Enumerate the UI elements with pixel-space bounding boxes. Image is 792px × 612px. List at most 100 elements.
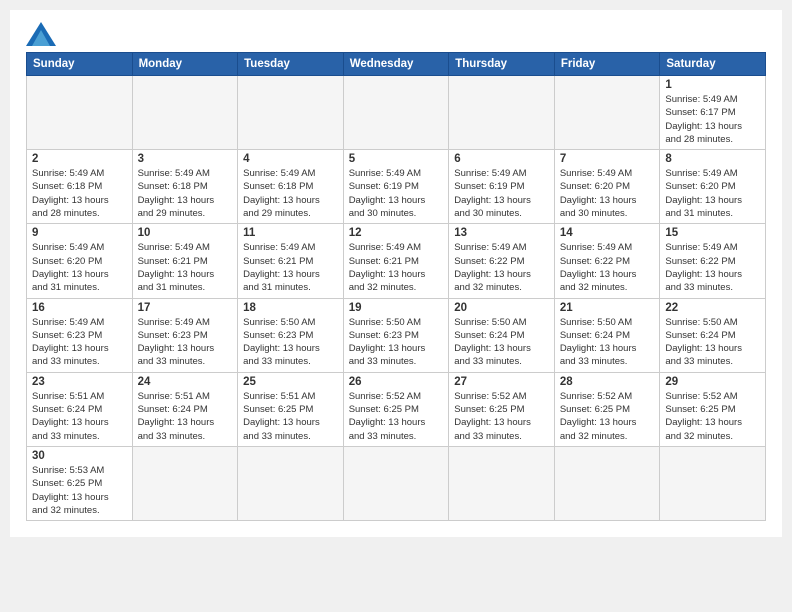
calendar-week-row: 23 Sunrise: 5:51 AMSunset: 6:24 PMDayligh… (27, 372, 766, 446)
day-info: Sunrise: 5:49 AMSunset: 6:20 PMDaylight:… (665, 167, 760, 220)
day-number: 11 (243, 227, 338, 239)
table-row: 10 Sunrise: 5:49 AMSunset: 6:21 PMDayligh… (132, 224, 238, 298)
day-number: 29 (665, 376, 760, 388)
day-info: Sunrise: 5:52 AMSunset: 6:25 PMDaylight:… (665, 390, 760, 443)
calendar-table: Sunday Monday Tuesday Wednesday Thursday… (26, 52, 766, 521)
table-row (238, 446, 344, 520)
table-row (554, 446, 660, 520)
table-row: 12Sunrise: 5:49 AMSunset: 6:21 PMDayligh… (343, 224, 449, 298)
table-row: 6 Sunrise: 5:49 AMSunset: 6:19 PMDaylight… (449, 150, 555, 224)
calendar-week-row: 30Sunrise: 5:53 AMSunset: 6:25 PMDayligh… (27, 446, 766, 520)
day-number: 3 (138, 153, 233, 165)
day-info: Sunrise: 5:52 AMSunset: 6:25 PMDaylight:… (560, 390, 655, 443)
table-row: 30Sunrise: 5:53 AMSunset: 6:25 PMDayligh… (27, 446, 133, 520)
col-friday: Friday (554, 53, 660, 76)
day-info: Sunrise: 5:49 AMSunset: 6:22 PMDaylight:… (560, 241, 655, 294)
day-info: Sunrise: 5:49 AMSunset: 6:21 PMDaylight:… (138, 241, 233, 294)
day-number: 10 (138, 227, 233, 239)
table-row: 1 Sunrise: 5:49 AMSunset: 6:17 PMDaylight… (660, 76, 766, 150)
day-info: Sunrise: 5:50 AMSunset: 6:24 PMDaylight:… (454, 316, 549, 369)
table-row: 11 Sunrise: 5:49 AMSunset: 6:21 PMDayligh… (238, 224, 344, 298)
calendar-week-row: 16Sunrise: 5:49 AMSunset: 6:23 PMDayligh… (27, 298, 766, 372)
table-row: 9 Sunrise: 5:49 AMSunset: 6:20 PMDaylight… (27, 224, 133, 298)
day-info: Sunrise: 5:49 AMSunset: 6:17 PMDaylight:… (665, 93, 760, 146)
calendar-header-row: Sunday Monday Tuesday Wednesday Thursday… (27, 53, 766, 76)
table-row (449, 446, 555, 520)
day-number: 17 (138, 302, 233, 314)
day-info: Sunrise: 5:49 AMSunset: 6:22 PMDaylight:… (665, 241, 760, 294)
table-row (27, 76, 133, 150)
table-row (449, 76, 555, 150)
table-row (132, 446, 238, 520)
day-info: Sunrise: 5:49 AMSunset: 6:19 PMDaylight:… (349, 167, 444, 220)
logo (26, 22, 60, 46)
day-info: Sunrise: 5:49 AMSunset: 6:18 PMDaylight:… (138, 167, 233, 220)
day-info: Sunrise: 5:49 AMSunset: 6:18 PMDaylight:… (32, 167, 127, 220)
col-sunday: Sunday (27, 53, 133, 76)
table-row (132, 76, 238, 150)
table-row (660, 446, 766, 520)
logo-icon (26, 22, 56, 46)
table-row: 20 Sunrise: 5:50 AMSunset: 6:24 PMDayligh… (449, 298, 555, 372)
day-number: 4 (243, 153, 338, 165)
day-number: 13 (454, 227, 549, 239)
day-number: 26 (349, 376, 444, 388)
col-wednesday: Wednesday (343, 53, 449, 76)
table-row: 23Sunrise: 5:51 AMSunset: 6:24 PMDayligh… (27, 372, 133, 446)
day-number: 20 (454, 302, 549, 314)
day-info: Sunrise: 5:49 AMSunset: 6:19 PMDaylight:… (454, 167, 549, 220)
day-number: 22 (665, 302, 760, 314)
day-info: Sunrise: 5:49 AMSunset: 6:18 PMDaylight:… (243, 167, 338, 220)
table-row: 21 Sunrise: 5:50 AMSunset: 6:24 PMDayligh… (554, 298, 660, 372)
table-row: 5 Sunrise: 5:49 AMSunset: 6:19 PMDaylight… (343, 150, 449, 224)
day-info: Sunrise: 5:52 AMSunset: 6:25 PMDaylight:… (349, 390, 444, 443)
day-info: Sunrise: 5:50 AMSunset: 6:23 PMDaylight:… (243, 316, 338, 369)
table-row: 24 Sunrise: 5:51 AMSunset: 6:24 PMDayligh… (132, 372, 238, 446)
day-number: 5 (349, 153, 444, 165)
table-row: 13 Sunrise: 5:49 AMSunset: 6:22 PMDayligh… (449, 224, 555, 298)
day-info: Sunrise: 5:49 AMSunset: 6:22 PMDaylight:… (454, 241, 549, 294)
day-number: 23 (32, 376, 127, 388)
day-number: 30 (32, 450, 127, 462)
day-number: 6 (454, 153, 549, 165)
table-row: 22Sunrise: 5:50 AMSunset: 6:24 PMDayligh… (660, 298, 766, 372)
table-row: 7 Sunrise: 5:49 AMSunset: 6:20 PMDaylight… (554, 150, 660, 224)
day-info: Sunrise: 5:49 AMSunset: 6:21 PMDaylight:… (243, 241, 338, 294)
day-number: 28 (560, 376, 655, 388)
col-saturday: Saturday (660, 53, 766, 76)
day-info: Sunrise: 5:51 AMSunset: 6:25 PMDaylight:… (243, 390, 338, 443)
day-info: Sunrise: 5:50 AMSunset: 6:23 PMDaylight:… (349, 316, 444, 369)
col-monday: Monday (132, 53, 238, 76)
day-number: 25 (243, 376, 338, 388)
day-number: 15 (665, 227, 760, 239)
day-number: 7 (560, 153, 655, 165)
table-row (343, 446, 449, 520)
day-info: Sunrise: 5:51 AMSunset: 6:24 PMDaylight:… (138, 390, 233, 443)
day-info: Sunrise: 5:49 AMSunset: 6:20 PMDaylight:… (32, 241, 127, 294)
table-row: 29 Sunrise: 5:52 AMSunset: 6:25 PMDayligh… (660, 372, 766, 446)
calendar-week-row: 2 Sunrise: 5:49 AMSunset: 6:18 PMDaylight… (27, 150, 766, 224)
day-info: Sunrise: 5:52 AMSunset: 6:25 PMDaylight:… (454, 390, 549, 443)
day-number: 1 (665, 79, 760, 91)
day-number: 21 (560, 302, 655, 314)
col-tuesday: Tuesday (238, 53, 344, 76)
day-number: 2 (32, 153, 127, 165)
table-row: 2 Sunrise: 5:49 AMSunset: 6:18 PMDaylight… (27, 150, 133, 224)
day-info: Sunrise: 5:50 AMSunset: 6:24 PMDaylight:… (560, 316, 655, 369)
col-thursday: Thursday (449, 53, 555, 76)
table-row: 28 Sunrise: 5:52 AMSunset: 6:25 PMDayligh… (554, 372, 660, 446)
header (26, 22, 766, 46)
day-number: 24 (138, 376, 233, 388)
table-row (343, 76, 449, 150)
table-row (554, 76, 660, 150)
calendar-week-row: 1 Sunrise: 5:49 AMSunset: 6:17 PMDaylight… (27, 76, 766, 150)
table-row: 25 Sunrise: 5:51 AMSunset: 6:25 PMDayligh… (238, 372, 344, 446)
day-info: Sunrise: 5:49 AMSunset: 6:21 PMDaylight:… (349, 241, 444, 294)
day-info: Sunrise: 5:49 AMSunset: 6:23 PMDaylight:… (138, 316, 233, 369)
day-number: 14 (560, 227, 655, 239)
table-row: 27Sunrise: 5:52 AMSunset: 6:25 PMDayligh… (449, 372, 555, 446)
day-info: Sunrise: 5:49 AMSunset: 6:20 PMDaylight:… (560, 167, 655, 220)
table-row: 8Sunrise: 5:49 AMSunset: 6:20 PMDaylight… (660, 150, 766, 224)
day-info: Sunrise: 5:49 AMSunset: 6:23 PMDaylight:… (32, 316, 127, 369)
day-number: 9 (32, 227, 127, 239)
